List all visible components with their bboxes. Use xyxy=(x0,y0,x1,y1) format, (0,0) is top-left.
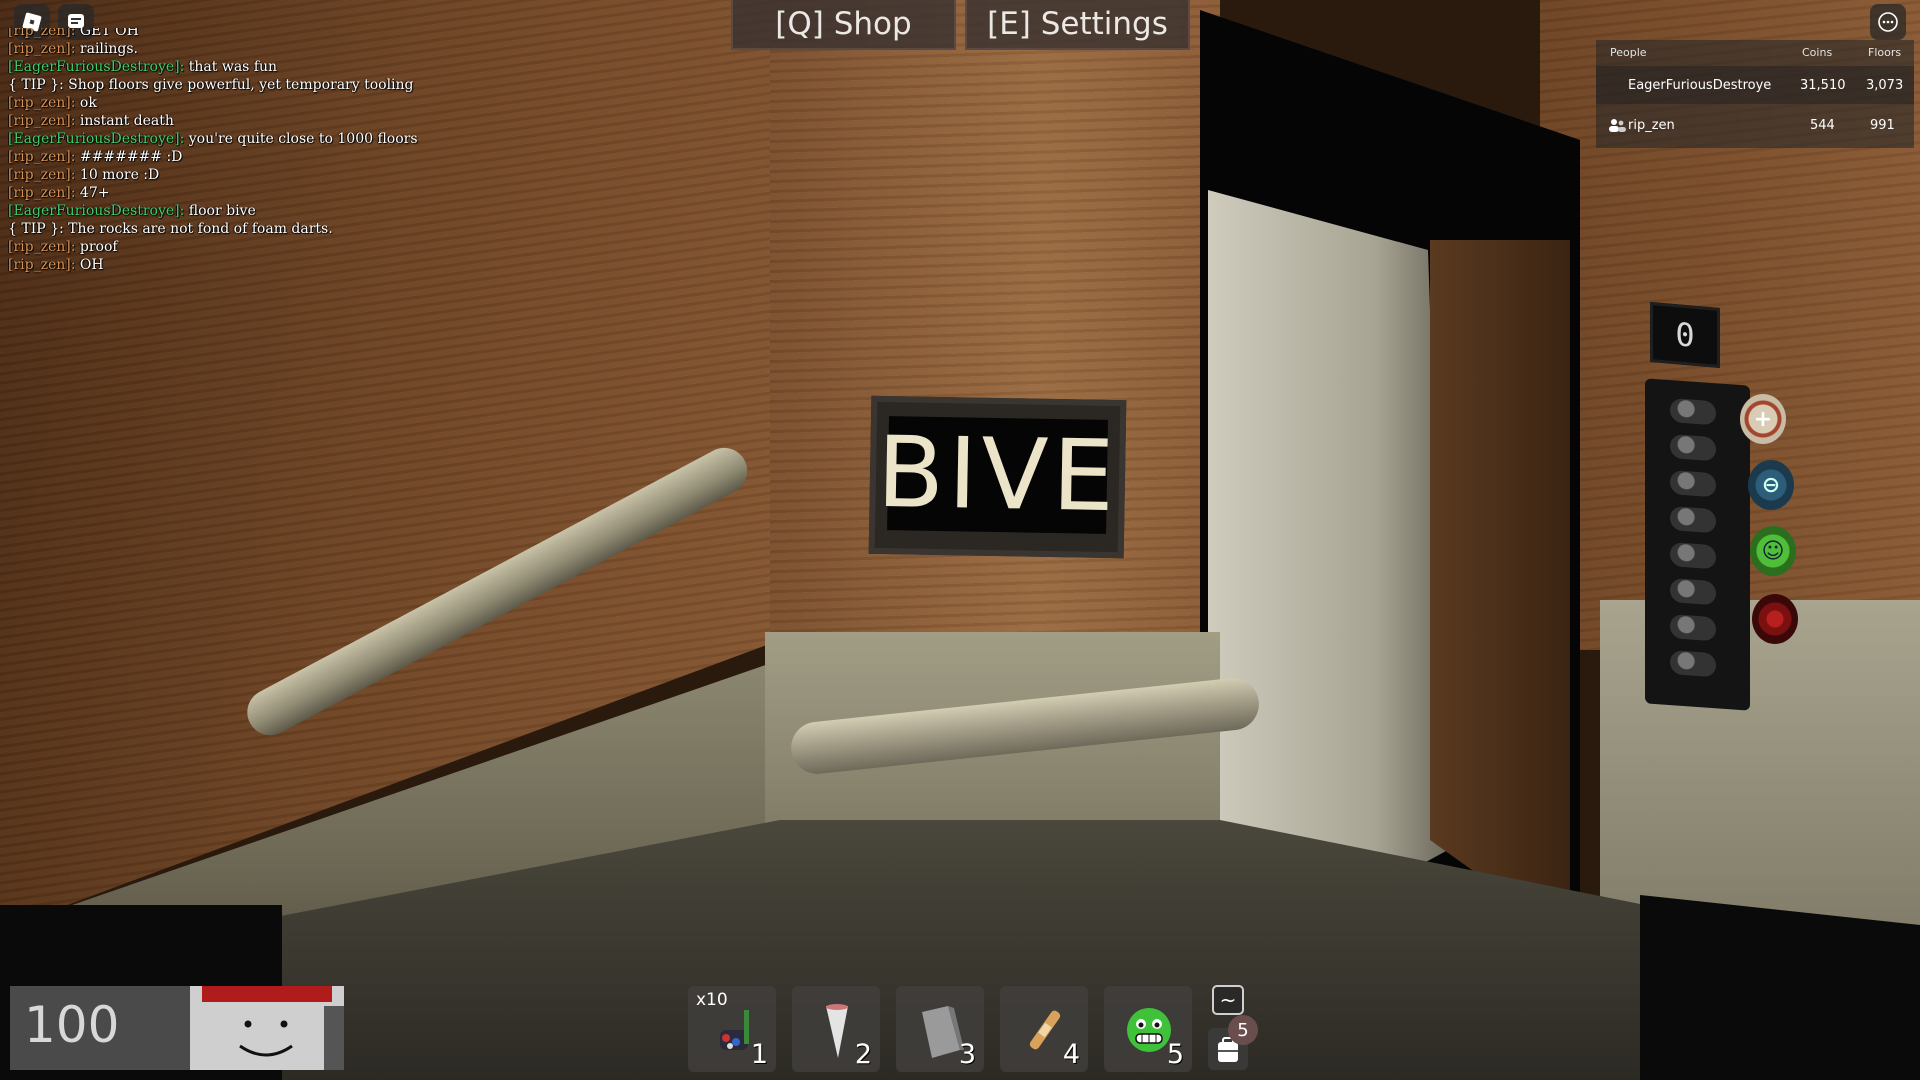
slot-number: 5 xyxy=(1166,1039,1184,1070)
chat-author: [rip_zen]: xyxy=(8,257,76,273)
floor-number: 0 xyxy=(1675,315,1695,355)
chat-author: [rip_zen]: xyxy=(8,95,76,111)
smiley-icon: ☺ xyxy=(1761,538,1785,564)
floor-sign-face: BIVE xyxy=(876,416,1119,534)
chat-message: [EagerFuriousDestroye]: floor bive xyxy=(8,202,568,220)
elevator-stop-button[interactable] xyxy=(1752,594,1798,644)
chat-message: [rip_zen]: GET OH xyxy=(8,28,568,40)
chat-message: [rip_zen]: 47+ xyxy=(8,184,568,202)
chat-tip: { TIP }: The rocks are not fond of foam … xyxy=(8,220,568,238)
chat-message: [rip_zen]: ####### :D xyxy=(8,148,568,166)
chat-author: [rip_zen]: xyxy=(8,167,76,183)
header-coins: Coins xyxy=(1802,46,1833,59)
ellipsis-icon xyxy=(1878,12,1898,32)
player-floors: 991 xyxy=(1870,117,1895,133)
chat-message: [rip_zen]: ok xyxy=(8,94,568,112)
chat-tip: { TIP }: Shop floors give powerful, yet … xyxy=(8,76,568,94)
elevator-plus-button[interactable]: + xyxy=(1740,394,1786,444)
chat-message: [rip_zen]: instant death xyxy=(8,112,568,130)
slot-number: 2 xyxy=(854,1039,872,1070)
chat-text: 47+ xyxy=(79,185,110,201)
inventory-toggle-button[interactable]: ~ xyxy=(1212,985,1244,1015)
panel-button[interactable] xyxy=(1670,614,1716,642)
chat-text: that was fun xyxy=(188,59,278,75)
chat-author: [rip_zen]: xyxy=(8,239,76,255)
header-floors: Floors xyxy=(1868,46,1902,59)
chat-log: [rip_zen]: GET OH [rip_zen]: railings. [… xyxy=(8,28,568,274)
backpack-count-badge: 5 xyxy=(1228,1015,1258,1045)
chat-text: 10 more :D xyxy=(79,167,160,183)
chat-text: instant death xyxy=(79,113,174,129)
avatar-face-icon xyxy=(190,986,344,1070)
player-leaderboard: People Coins Floors EagerFuriousDestroye… xyxy=(1596,40,1914,148)
panel-button[interactable] xyxy=(1670,506,1716,534)
chat-text: railings. xyxy=(79,41,138,57)
chat-message: [rip_zen]: OH xyxy=(8,256,568,274)
chat-author: [rip_zen]: xyxy=(8,41,76,57)
chat-text: you're quite close to 1000 floors xyxy=(188,131,418,147)
chat-text: ####### :D xyxy=(79,149,183,165)
floor-number-display: 0 xyxy=(1650,301,1720,369)
slot-number: 1 xyxy=(750,1039,768,1070)
player-name: rip_zen xyxy=(1628,117,1675,133)
chat-text: GET OH xyxy=(79,28,139,39)
panel-button[interactable] xyxy=(1670,434,1716,462)
shadow-block-right xyxy=(1640,895,1920,1080)
player-avatar xyxy=(190,986,344,1070)
minus-icon: ⊖ xyxy=(1761,472,1781,498)
hotbar-slot-2[interactable]: 2 xyxy=(792,986,880,1072)
chat-text: floor bive xyxy=(188,203,256,219)
chat-message: [rip_zen]: proof xyxy=(8,238,568,256)
leaderboard-row[interactable]: EagerFuriousDestroye 31,510 3,073 xyxy=(1596,66,1914,104)
elevator-wall-back xyxy=(770,0,1220,660)
chat-author: [rip_zen]: xyxy=(8,185,76,201)
chat-author: [rip_zen]: xyxy=(8,113,76,129)
elevator-minus-button[interactable]: ⊖ xyxy=(1748,460,1794,510)
hotbar-slot-1[interactable]: x10 1 xyxy=(688,986,776,1072)
player-floors: 3,073 xyxy=(1866,77,1904,93)
chat-text: ok xyxy=(79,95,97,111)
panel-button[interactable] xyxy=(1670,650,1716,678)
chat-text: { TIP }: Shop floors give powerful, yet … xyxy=(8,77,414,93)
leaderboard-header: People Coins Floors xyxy=(1596,46,1914,64)
player-name: EagerFuriousDestroye xyxy=(1628,77,1772,93)
hotbar-slot-4[interactable]: 4 xyxy=(1000,986,1088,1072)
elevator-smiley-button[interactable]: ☺ xyxy=(1750,526,1796,576)
health-value: 100 xyxy=(24,996,120,1054)
shop-button[interactable]: [Q] Shop xyxy=(731,0,956,50)
chat-text: { TIP }: The rocks are not fond of foam … xyxy=(8,221,333,237)
friends-icon xyxy=(1609,119,1626,132)
chat-author: [EagerFuriousDestroye]: xyxy=(8,131,185,147)
slot-number: 3 xyxy=(958,1039,976,1070)
player-coins: 544 xyxy=(1810,117,1835,133)
chat-message: [rip_zen]: railings. xyxy=(8,40,568,58)
header-people: People xyxy=(1610,46,1647,59)
hotbar-slot-5[interactable]: 5 xyxy=(1104,986,1192,1072)
plus-icon: + xyxy=(1753,406,1773,432)
panel-button[interactable] xyxy=(1670,398,1716,426)
health-display: 100 xyxy=(10,986,344,1070)
chat-author: [EagerFuriousDestroye]: xyxy=(8,59,185,75)
panel-button[interactable] xyxy=(1670,578,1716,606)
floor-sign: BIVE xyxy=(868,395,1127,559)
chat-author: [rip_zen]: xyxy=(8,28,76,39)
chat-text: proof xyxy=(79,239,118,255)
chat-text: OH xyxy=(79,257,104,273)
more-menu-button[interactable] xyxy=(1870,4,1906,40)
chat-author: [EagerFuriousDestroye]: xyxy=(8,203,185,219)
chat-author: [rip_zen]: xyxy=(8,149,76,165)
leaderboard-row[interactable]: rip_zen 544 991 xyxy=(1596,106,1914,144)
player-coins: 31,510 xyxy=(1800,77,1846,93)
slot-number: 4 xyxy=(1062,1039,1080,1070)
chat-message: [rip_zen]: 10 more :D xyxy=(8,166,568,184)
hotbar-slot-3[interactable]: 3 xyxy=(896,986,984,1072)
elevator-button-panel xyxy=(1645,378,1750,711)
settings-button[interactable]: [E] Settings xyxy=(965,0,1190,50)
elevator-door-frame xyxy=(1430,240,1570,940)
floor-sign-text: BIVE xyxy=(876,415,1120,535)
chat-message: [EagerFuriousDestroye]: you're quite clo… xyxy=(8,130,568,148)
panel-button[interactable] xyxy=(1670,542,1716,570)
chat-message: [EagerFuriousDestroye]: that was fun xyxy=(8,58,568,76)
panel-button[interactable] xyxy=(1670,470,1716,498)
